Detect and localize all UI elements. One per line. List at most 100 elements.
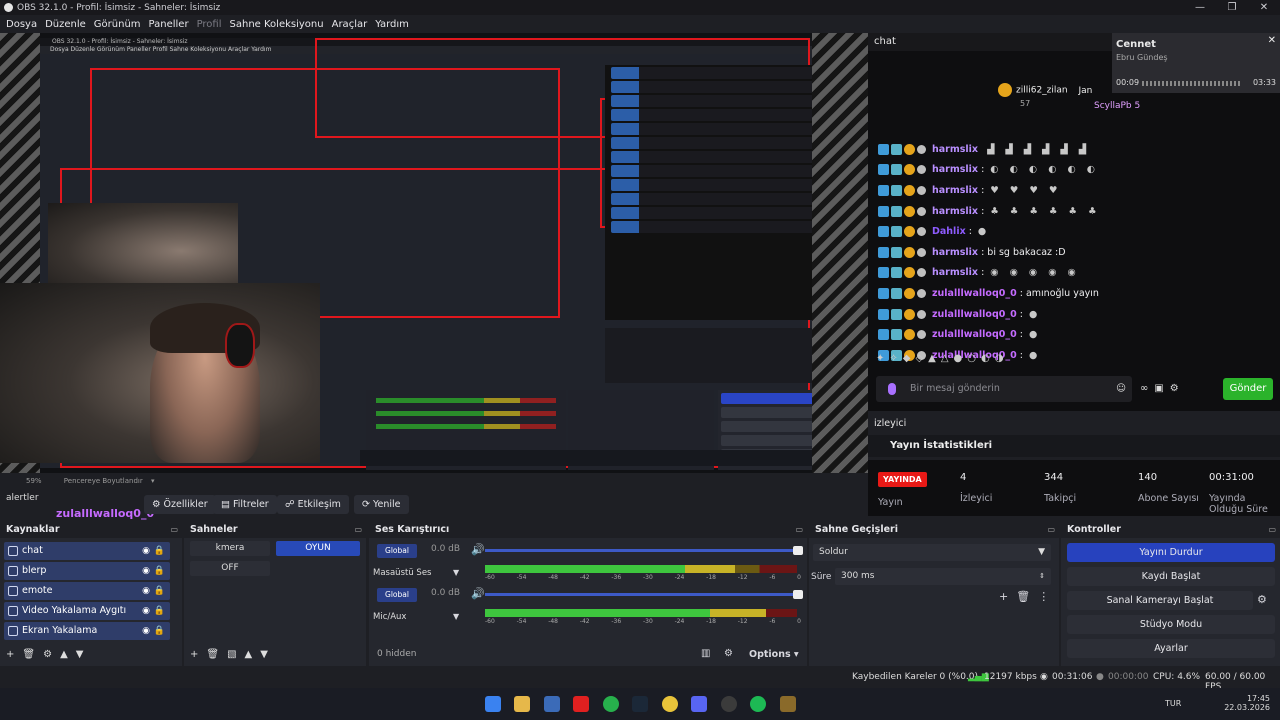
steam-icon[interactable] (632, 696, 648, 712)
menu-sahne-koleksiyonu[interactable]: Sahne Koleksiyonu (226, 19, 328, 30)
chevron-down-icon[interactable]: ▼ (453, 568, 459, 577)
preview-canvas[interactable]: OBS 32.1.0 - Profil: İsimsiz - Sahneler:… (0, 33, 868, 473)
transition-select[interactable]: Soldur ▼ (813, 544, 1051, 561)
studio-mode-button[interactable]: Stüdyo Modu (1067, 615, 1275, 634)
down-icon[interactable]: ▼ (260, 649, 276, 660)
zoom-mode[interactable]: Pencereye Boyutlandır (64, 477, 143, 485)
gear-icon[interactable]: ⚙ (1257, 593, 1267, 606)
whatsapp-icon[interactable] (603, 696, 619, 712)
gear-icon[interactable]: ⚙ (724, 648, 733, 659)
global-button[interactable]: Global (377, 588, 417, 602)
chat-username[interactable]: Dahlix (932, 226, 966, 237)
settings-button[interactable]: Ayarlar (1067, 639, 1275, 658)
eye-icon[interactable]: ◉ (142, 542, 150, 560)
menu-yardim[interactable]: Yardım (371, 19, 413, 30)
spotify-icon[interactable] (750, 696, 766, 712)
menu-profil[interactable]: Profil (193, 19, 226, 30)
add-icon[interactable]: + (6, 649, 22, 660)
more-icon[interactable]: ⋮ (1038, 590, 1057, 603)
dock-menu-icon[interactable]: ▭ (170, 522, 178, 538)
hidden-count[interactable]: 0 hidden (377, 649, 416, 659)
eye-icon[interactable]: ◉ (142, 622, 150, 640)
store-icon[interactable] (544, 696, 560, 712)
send-button[interactable]: Gönder (1223, 378, 1273, 400)
chat-username[interactable]: zulalllwalloq0_0 (932, 309, 1017, 320)
chat-username[interactable]: harmslix (932, 144, 978, 155)
scene-item[interactable]: OFF (190, 561, 270, 576)
up-icon[interactable]: ▲ (245, 649, 261, 660)
gear-icon[interactable]: ⚙ (43, 649, 60, 660)
youtube-icon[interactable] (573, 696, 589, 712)
app-icon[interactable] (780, 696, 796, 712)
obs-icon[interactable] (721, 696, 737, 712)
chat-tools[interactable]: ∞▣⚙ (1140, 383, 1185, 394)
chat-username[interactable]: harmslix (932, 164, 978, 175)
lock-icon[interactable]: 🔒 (154, 602, 165, 620)
chat-username[interactable]: harmslix (932, 206, 978, 217)
start-record-button[interactable]: Kaydı Başlat (1067, 567, 1275, 586)
scene-item-active[interactable]: OYUN (276, 541, 360, 556)
trash-icon[interactable]: 🗑 (206, 649, 227, 660)
duration-input[interactable]: 300 ms ⇕ (835, 568, 1051, 585)
minimize-button[interactable]: — (1184, 0, 1216, 15)
scene-item[interactable]: kmera (190, 541, 270, 556)
menu-dosya[interactable]: Dosya (2, 19, 41, 30)
emoji-icon[interactable]: ☺ (1116, 376, 1126, 402)
add-icon[interactable]: + (999, 590, 1016, 603)
close-button[interactable]: ✕ (1248, 0, 1280, 15)
layout-icon[interactable]: ▥ (701, 648, 710, 659)
chat-username[interactable]: zulalllwalloq0_0 (932, 288, 1017, 299)
stepper-icon[interactable]: ⇕ (1039, 568, 1045, 585)
chat-username[interactable]: zulalllwalloq0_0 (932, 329, 1017, 340)
source-item[interactable]: Video Yakalama Aygıtı ◉ 🔒 (4, 602, 170, 620)
language-indicator[interactable]: TUR (1165, 699, 1181, 708)
filters-button[interactable]: ▤ Filtreler (213, 495, 277, 514)
lock-icon[interactable]: 🔒 (154, 582, 165, 600)
source-item[interactable]: Ekran Yakalama ◉ 🔒 (4, 622, 170, 640)
down-icon[interactable]: ▼ (76, 649, 92, 660)
dock-menu-icon[interactable]: ▭ (795, 522, 803, 538)
up-icon[interactable]: ▲ (60, 649, 76, 660)
chat-username[interactable]: harmslix (932, 267, 978, 278)
extensions-icon[interactable]: ∞ (1140, 383, 1154, 394)
menu-paneller[interactable]: Paneller (145, 19, 193, 30)
lock-icon[interactable]: 🔒 (154, 622, 165, 640)
options-button[interactable]: Options ▾ (749, 649, 799, 660)
chevron-down-icon[interactable]: ▼ (453, 612, 459, 621)
menu-araclar[interactable]: Araçlar (328, 19, 372, 30)
menu-duzenle[interactable]: Düzenle (41, 19, 90, 30)
add-icon[interactable]: + (190, 649, 206, 660)
virtual-camera-button[interactable]: Sanal Kamerayı Başlat (1067, 591, 1253, 610)
trash-icon[interactable]: 🗑 (1016, 590, 1038, 603)
discord-icon[interactable] (691, 696, 707, 712)
dock-menu-icon[interactable]: ▭ (1268, 522, 1276, 538)
trash-icon[interactable]: 🗑 (22, 649, 43, 660)
chat-username[interactable]: harmslix (932, 185, 978, 196)
speaker-icon[interactable]: 🔊 (471, 543, 485, 556)
gear-icon[interactable]: ⚙ (1170, 383, 1185, 394)
filter-icon[interactable]: ▧ (227, 649, 244, 660)
source-item[interactable]: emote ◉ 🔒 (4, 582, 170, 600)
maximize-button[interactable]: ❐ (1216, 0, 1248, 15)
volume-slider[interactable] (485, 546, 803, 555)
chevron-down-icon[interactable]: ▾ (151, 477, 155, 485)
eye-icon[interactable]: ◉ (142, 562, 150, 580)
source-item[interactable]: blerp ◉ 🔒 (4, 562, 170, 580)
global-button[interactable]: Global (377, 544, 417, 558)
close-icon[interactable]: ✕ (1268, 35, 1276, 46)
lock-icon[interactable]: 🔒 (154, 562, 165, 580)
clock[interactable]: 17:45 22.03.2026 (1220, 694, 1270, 712)
stop-stream-button[interactable]: Yayını Durdur (1067, 543, 1275, 562)
zoom-level[interactable]: 59% (26, 477, 42, 485)
volume-slider[interactable] (485, 590, 803, 599)
chat-username[interactable]: harmslix (932, 247, 978, 258)
properties-button[interactable]: ⚙ Özellikler (144, 495, 216, 514)
menu-gorunum[interactable]: Görünüm (90, 19, 145, 30)
source-item[interactable]: chat ◉ 🔒 (4, 542, 170, 560)
eye-icon[interactable]: ◉ (142, 602, 150, 620)
dock-menu-icon[interactable]: ▭ (1047, 522, 1055, 538)
file-explorer-icon[interactable] (514, 696, 530, 712)
refresh-button[interactable]: ⟳ Yenile (354, 495, 409, 514)
store-icon[interactable]: ▣ (1154, 383, 1169, 394)
dock-menu-icon[interactable]: ▭ (354, 522, 362, 538)
